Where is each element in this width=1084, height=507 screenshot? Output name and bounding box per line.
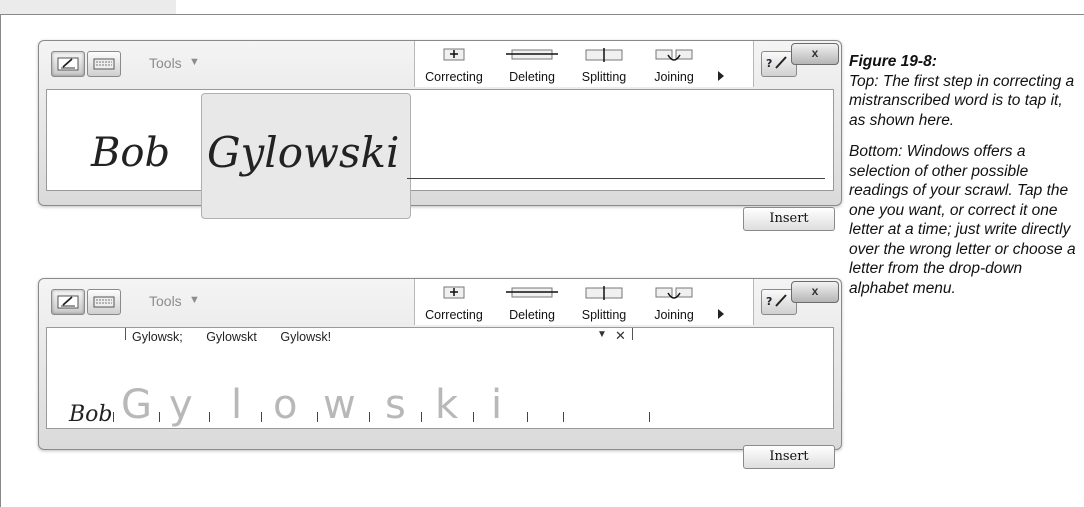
insert-button[interactable]: Insert bbox=[743, 445, 835, 469]
handwritten-word-selected[interactable]: Gylowski bbox=[207, 128, 399, 177]
letter-separator bbox=[209, 412, 210, 422]
triangle-right-icon[interactable] bbox=[716, 308, 726, 322]
keyboard-icon bbox=[93, 58, 115, 70]
input-panel-top: Tools ▼ Correcting Deleting Splitting Jo… bbox=[38, 40, 842, 231]
chevron-down-icon[interactable]: ▼ bbox=[189, 56, 200, 68]
svg-text:?: ? bbox=[766, 57, 772, 70]
gesture-label: Deleting bbox=[509, 308, 555, 322]
gesture-label: Splitting bbox=[581, 308, 627, 322]
caption-top-text: Top: The first step in correcting a mist… bbox=[849, 72, 1075, 129]
alternatives-list: Gylowsk; Gylowskt Gylowsk! bbox=[132, 330, 351, 344]
alternative-option[interactable]: Gylowsk; bbox=[132, 330, 183, 344]
letter-slot[interactable]: s bbox=[385, 382, 406, 428]
splitting-gesture-icon bbox=[585, 286, 623, 300]
letter-slot[interactable]: l bbox=[231, 382, 242, 428]
pen-writing-icon bbox=[57, 57, 79, 71]
gesture-label: Splitting bbox=[581, 70, 627, 84]
letter-separator bbox=[421, 412, 422, 422]
gesture-demo-area: Correcting Deleting Splitting Joining bbox=[414, 41, 754, 87]
alternatives-left-marker bbox=[125, 328, 126, 340]
writing-area[interactable]: Bob Gylowski bbox=[46, 89, 834, 219]
gesture-splitting[interactable]: Splitting bbox=[573, 285, 635, 322]
handwritten-word[interactable]: Bob bbox=[69, 402, 113, 427]
figure-caption: Figure 19-8: Top: The first step in corr… bbox=[849, 52, 1081, 310]
joining-gesture-icon bbox=[655, 287, 693, 299]
writing-area-correction[interactable]: Gylowsk; Gylowskt Gylowsk! ▼ ✕ Bob G y l… bbox=[46, 327, 834, 429]
caption-top-paragraph: Figure 19-8: Top: The first step in corr… bbox=[849, 52, 1081, 130]
keyboard-icon bbox=[93, 296, 115, 308]
tools-menu-label[interactable]: Tools bbox=[149, 293, 182, 309]
letter-separator bbox=[527, 412, 528, 422]
letter-slot[interactable]: w bbox=[323, 382, 356, 428]
caption-bottom-text: Bottom: Windows offers a selection of ot… bbox=[849, 143, 1076, 297]
writing-baseline bbox=[407, 178, 825, 179]
joining-gesture-icon bbox=[655, 49, 693, 61]
insert-tab: Insert bbox=[713, 203, 839, 233]
gesture-joining[interactable]: Joining bbox=[643, 47, 705, 84]
chevron-down-icon[interactable]: ▼ bbox=[597, 329, 607, 340]
input-panel-toolbar: Tools ▼ Correcting Deleting Splitting Jo… bbox=[39, 279, 841, 327]
gesture-deleting[interactable]: Deleting bbox=[497, 285, 567, 322]
alternatives-right-marker bbox=[632, 328, 633, 340]
close-icon: x bbox=[811, 46, 819, 60]
letter-separator bbox=[159, 412, 160, 422]
writing-pad-button[interactable] bbox=[51, 289, 85, 315]
splitting-gesture-icon bbox=[585, 48, 623, 62]
deleting-gesture-icon bbox=[506, 287, 558, 298]
letter-separator bbox=[317, 412, 318, 422]
deleting-gesture-icon bbox=[506, 49, 558, 60]
gesture-label: Deleting bbox=[509, 70, 555, 84]
letter-slot[interactable]: k bbox=[435, 382, 458, 428]
frame-top-border bbox=[0, 14, 1084, 15]
letter-separator bbox=[649, 412, 650, 422]
gesture-deleting[interactable]: Deleting bbox=[497, 47, 567, 84]
figure-label: Figure 19-8: bbox=[849, 53, 937, 70]
insert-tab: Insert bbox=[713, 441, 839, 471]
chevron-down-icon[interactable]: ▼ bbox=[189, 294, 200, 306]
gesture-joining[interactable]: Joining bbox=[643, 285, 705, 322]
touch-keyboard-button[interactable] bbox=[87, 289, 121, 315]
touch-keyboard-button[interactable] bbox=[87, 51, 121, 77]
letter-slot[interactable]: y bbox=[169, 382, 193, 428]
correcting-gesture-icon bbox=[443, 286, 465, 299]
pen-writing-icon bbox=[57, 295, 79, 309]
frame-left-border bbox=[0, 14, 1, 507]
handwritten-word[interactable]: Bob bbox=[91, 130, 170, 176]
triangle-right-icon[interactable] bbox=[716, 70, 726, 84]
page-tab bbox=[0, 0, 176, 14]
letter-separator bbox=[113, 412, 114, 422]
input-panel-toolbar: Tools ▼ Correcting Deleting Splitting Jo… bbox=[39, 41, 841, 89]
letter-slot[interactable]: i bbox=[491, 382, 502, 428]
close-button[interactable]: x bbox=[791, 43, 839, 65]
help-pen-icon: ? bbox=[766, 56, 787, 70]
gesture-splitting[interactable]: Splitting bbox=[573, 47, 635, 84]
letter-slot[interactable]: o bbox=[273, 382, 297, 428]
gesture-label: Joining bbox=[654, 70, 694, 84]
alternative-option[interactable]: Gylowsk! bbox=[280, 330, 331, 344]
letter-separator bbox=[563, 412, 564, 422]
close-button[interactable]: x bbox=[791, 281, 839, 303]
svg-text:?: ? bbox=[766, 295, 772, 308]
gesture-correcting[interactable]: Correcting bbox=[423, 285, 485, 322]
close-icon[interactable]: ✕ bbox=[615, 328, 626, 344]
letter-slot[interactable]: G bbox=[121, 382, 152, 428]
input-panel-bottom: Tools ▼ Correcting Deleting Splitting Jo… bbox=[38, 278, 842, 469]
gesture-correcting[interactable]: Correcting bbox=[423, 47, 485, 84]
alternative-option[interactable]: Gylowskt bbox=[206, 330, 257, 344]
insert-button[interactable]: Insert bbox=[743, 207, 835, 231]
close-icon: x bbox=[811, 284, 819, 298]
caption-bottom-paragraph: Bottom: Windows offers a selection of ot… bbox=[849, 142, 1081, 298]
tools-menu-label[interactable]: Tools bbox=[149, 55, 182, 71]
help-pen-icon: ? bbox=[766, 294, 787, 308]
gesture-label: Joining bbox=[654, 308, 694, 322]
letter-separator bbox=[261, 412, 262, 422]
gesture-label: Correcting bbox=[425, 308, 483, 322]
correcting-gesture-icon bbox=[443, 48, 465, 61]
gesture-demo-area: Correcting Deleting Splitting Joining bbox=[414, 279, 754, 325]
writing-pad-button[interactable] bbox=[51, 51, 85, 77]
letter-separator bbox=[473, 412, 474, 422]
gesture-label: Correcting bbox=[425, 70, 483, 84]
letter-separator bbox=[369, 412, 370, 422]
